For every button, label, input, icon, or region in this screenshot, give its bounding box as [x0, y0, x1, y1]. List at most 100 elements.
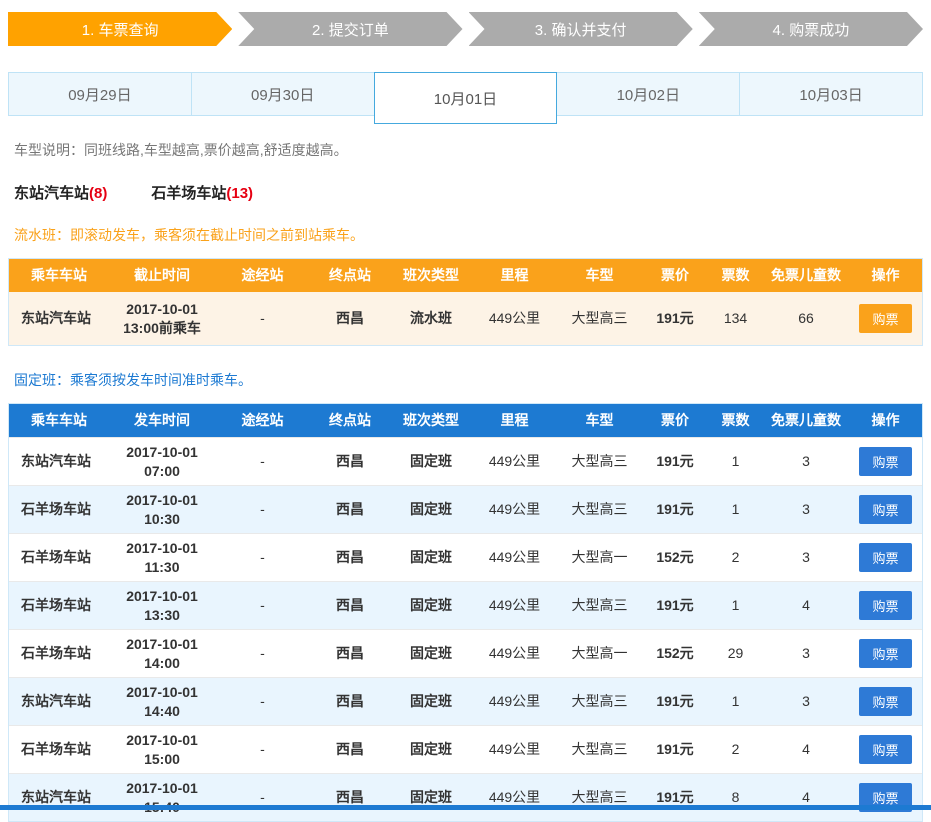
- destination-cell: 西昌: [336, 741, 364, 758]
- buy-ticket-button[interactable]: 购票: [859, 543, 912, 572]
- distance-cell: 449公里: [488, 453, 541, 470]
- via-station-cell: -: [260, 549, 265, 566]
- via-station-cell: -: [260, 597, 265, 614]
- action-cell: 购票: [849, 591, 922, 620]
- column-header: 票价: [661, 267, 689, 284]
- station-cell: 石羊场车站: [21, 597, 91, 614]
- progress-step-1: 1. 车票查询: [8, 12, 232, 46]
- price-cell: 191元: [656, 597, 694, 614]
- station-filter[interactable]: 东站汽车站(8): [14, 182, 107, 203]
- distance-cell: 449公里: [488, 310, 541, 327]
- buy-ticket-button[interactable]: 购票: [859, 591, 912, 620]
- column-header: 终点站: [329, 412, 371, 429]
- buy-ticket-button[interactable]: 购票: [859, 687, 912, 716]
- ticket-count-cell: 2: [731, 741, 740, 758]
- buy-ticket-button[interactable]: 购票: [859, 304, 912, 333]
- price-cell: 152元: [656, 549, 694, 566]
- schedule-type-cell: 固定班: [410, 693, 452, 710]
- action-cell: 购票: [849, 639, 922, 668]
- time-cell: 2017-10-01 15:40: [126, 779, 198, 815]
- ticket-count-cell: 134: [723, 310, 748, 327]
- buy-ticket-button[interactable]: 购票: [859, 639, 912, 668]
- schedule-type-cell: 固定班: [410, 645, 452, 662]
- buy-ticket-button[interactable]: 购票: [859, 495, 912, 524]
- column-header: 途经站: [241, 267, 284, 284]
- date-tab-4[interactable]: 10月02日: [556, 72, 741, 116]
- bus-type-cell: 大型高三: [571, 693, 628, 710]
- buy-ticket-button[interactable]: 购票: [859, 735, 912, 764]
- column-header: 班次类型: [403, 267, 459, 284]
- station-cell: 石羊场车站: [21, 741, 91, 758]
- distance-cell: 449公里: [488, 597, 541, 614]
- bus-type-cell: 大型高三: [571, 453, 628, 470]
- bus-type-cell: 大型高三: [571, 741, 628, 758]
- price-cell: 191元: [656, 741, 694, 758]
- destination-cell: 西昌: [336, 310, 364, 327]
- ticket-count-cell: 1: [731, 597, 740, 614]
- time-cell: 2017-10-01 10:30: [126, 491, 198, 527]
- free-children-cell: 3: [802, 645, 810, 662]
- ticket-count-cell: 1: [731, 501, 740, 518]
- progress-step-3: 3. 确认并支付: [469, 12, 693, 46]
- distance-cell: 449公里: [488, 645, 541, 662]
- date-tab-3[interactable]: 10月01日: [373, 72, 558, 124]
- station-filter[interactable]: 石羊场车站(13): [151, 182, 253, 203]
- column-header: 车型: [585, 412, 614, 429]
- bus-type-cell: 大型高三: [571, 501, 628, 518]
- via-station-cell: -: [260, 501, 265, 518]
- destination-cell: 西昌: [336, 597, 364, 614]
- schedule-type-cell: 流水班: [410, 310, 452, 327]
- station-filter-name: 东站汽车站: [14, 185, 90, 202]
- ticket-count-cell: 1: [731, 693, 740, 710]
- distance-cell: 449公里: [488, 501, 541, 518]
- ticket-booking-page: 1. 车票查询 2. 提交订单 3. 确认并支付 4. 购票成功 09月29日 09月3…: [0, 0, 931, 822]
- rolling-schedule-table: 乘车车站 截止时间 途经站 终点站 班次类型 里程 车型 票价 票数 免票儿童数 操作 东站汽车站 20…: [8, 258, 923, 346]
- column-header: 截止时间: [134, 267, 190, 284]
- station-filter-count: (8): [89, 185, 108, 202]
- price-cell: 152元: [656, 645, 694, 662]
- buy-ticket-button[interactable]: 购票: [859, 447, 912, 476]
- bus-type-cell: 大型高一: [571, 549, 628, 566]
- date-tab-2[interactable]: 09月30日: [190, 72, 375, 116]
- time-cell: 2017-10-01 14:40: [126, 683, 198, 719]
- fixed-schedule-note: 固定班：乘客须按发车时间准时乘车。: [14, 372, 252, 388]
- column-header: 班次类型: [403, 412, 459, 429]
- column-header: 乘车车站: [31, 267, 87, 284]
- date-tab-5[interactable]: 10月03日: [739, 72, 923, 116]
- column-header: 操作: [871, 412, 900, 429]
- free-children-cell: 3: [802, 693, 810, 710]
- schedule-type-cell: 固定班: [410, 597, 452, 614]
- time-cell: 2017-10-01 15:00: [126, 731, 198, 767]
- distance-cell: 449公里: [488, 741, 541, 758]
- price-cell: 191元: [656, 453, 694, 470]
- action-cell: 购票: [849, 495, 922, 524]
- bottom-bar: [0, 805, 931, 810]
- rolling-schedule-note: 流水班：即滚动发车，乘客须在截止时间之前到站乘车。: [14, 227, 364, 243]
- column-header: 免票儿童数: [771, 267, 841, 284]
- column-header: 车型: [585, 267, 614, 284]
- column-header: 发车时间: [134, 412, 190, 429]
- free-children-cell: 4: [802, 741, 810, 758]
- via-station-cell: -: [260, 741, 265, 758]
- time-cell: 2017-10-01 13:00前乘车: [123, 300, 201, 336]
- via-station-cell: -: [260, 453, 265, 470]
- column-header: 里程: [500, 267, 529, 284]
- fixed-table-header: 乘车车站 发车时间 途经站 终点站 班次类型 里程 车型 票价 票数 免票儿童数 操作: [9, 404, 922, 437]
- table-row: 石羊场车站 2017-10-01 11:30 - 西昌 固定班 449公里 大型高一 152元…: [9, 533, 922, 581]
- free-children-cell: 4: [802, 597, 810, 614]
- column-header: 免票儿童数: [771, 412, 841, 429]
- table-row: 石羊场车站 2017-10-01 10:30 - 西昌 固定班 449公里 大型高三 191元…: [9, 485, 922, 533]
- table-row: 东站汽车站 2017-10-01 07:00 - 西昌 固定班 449公里 大型高三 191元…: [9, 437, 922, 485]
- table-row: 东站汽车站2017-10-01 15:40-西昌固定班449公里大型高三191元…: [9, 773, 922, 821]
- progress-step-4: 4. 购票成功: [699, 12, 923, 46]
- column-header: 终点站: [329, 267, 371, 284]
- column-header: 里程: [500, 412, 529, 429]
- progress-step-2: 2. 提交订单: [238, 12, 462, 46]
- destination-cell: 西昌: [336, 501, 364, 518]
- price-cell: 191元: [656, 310, 694, 327]
- progress-steps: 1. 车票查询 2. 提交订单 3. 确认并支付 4. 购票成功: [8, 12, 923, 46]
- date-tab-1[interactable]: 09月29日: [8, 72, 192, 116]
- rolling-table-header: 乘车车站 截止时间 途经站 终点站 班次类型 里程 车型 票价 票数 免票儿童数 操作: [9, 259, 922, 292]
- destination-cell: 西昌: [336, 645, 364, 662]
- column-header: 票价: [661, 412, 689, 429]
